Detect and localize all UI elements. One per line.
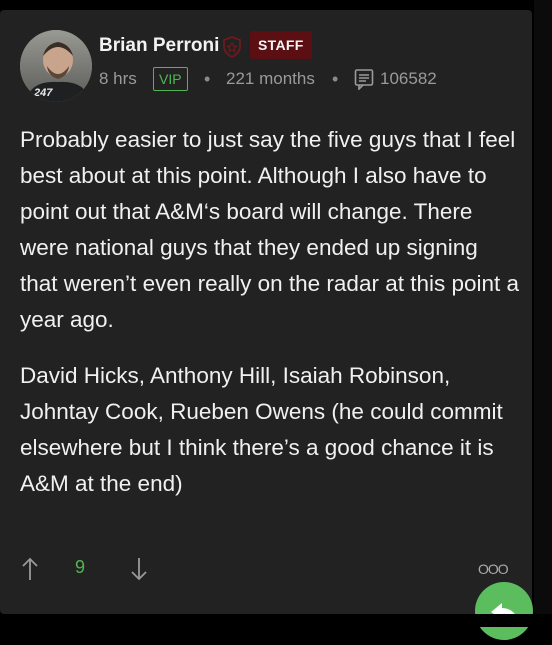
post-body: Probably easier to just say the five guy… — [20, 122, 520, 522]
separator-dot: • — [332, 69, 339, 89]
author-name[interactable]: Brian Perroni — [99, 35, 219, 57]
post-paragraph: David Hicks, Anthony Hill, Isaiah Robins… — [20, 363, 503, 496]
member-tenure: 221 months — [226, 69, 315, 88]
vote-count: 9 — [75, 557, 86, 577]
posts-icon — [354, 69, 374, 90]
more-options-button[interactable]: OOO — [478, 561, 509, 577]
reply-button[interactable] — [475, 582, 533, 640]
arrow-down-icon[interactable] — [129, 556, 149, 582]
post-time: 8 hrs — [99, 69, 137, 88]
post-paragraph: Probably easier to just say the five guy… — [20, 127, 520, 332]
vip-badge: VIP — [153, 67, 188, 91]
reply-icon — [491, 603, 518, 620]
right-edge — [534, 0, 552, 627]
shield-icon — [223, 36, 241, 58]
post-count: 106582 — [380, 69, 437, 88]
separator-dot: • — [204, 69, 211, 89]
avatar-image: 247 — [20, 30, 92, 102]
bottom-edge — [0, 614, 552, 627]
avatar[interactable]: 247 — [20, 30, 92, 102]
arrow-up-icon[interactable] — [20, 556, 40, 582]
staff-badge: STAFF — [250, 31, 312, 59]
